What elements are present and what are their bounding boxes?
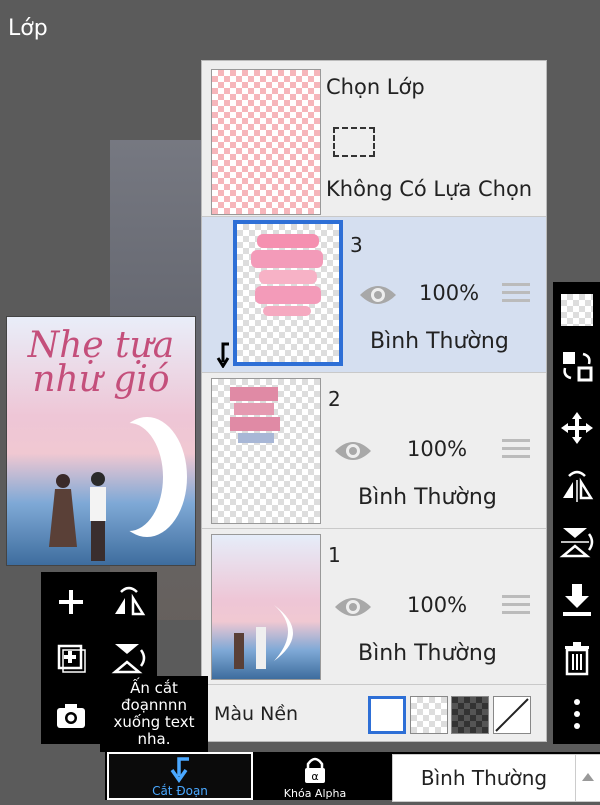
layer-number: 1 — [328, 543, 341, 567]
camera-icon[interactable] — [51, 696, 91, 736]
clipping-button[interactable]: Cắt Đoạn — [107, 752, 253, 800]
flip-horizontal-icon[interactable] — [109, 582, 149, 622]
visibility-eye-icon[interactable] — [334, 439, 372, 463]
instruction-note: Ấn cắt đoạnnnn xuống text nha. — [100, 676, 208, 752]
drag-handle-icon[interactable] — [502, 439, 530, 461]
layer-thumbnail — [233, 220, 343, 366]
flip-vertical-icon[interactable] — [109, 638, 149, 678]
background-none-swatch[interactable] — [493, 696, 531, 734]
couple-figure — [49, 472, 106, 561]
lock-alpha-icon: α — [305, 757, 325, 783]
layer-row-2[interactable]: 2 100% Bình Thường — [202, 373, 546, 529]
more-icon[interactable] — [559, 696, 595, 732]
canvas-preview[interactable]: Nhẹ tựa như gió — [6, 316, 196, 566]
selection-status: Không Có Lựa Chọn — [326, 177, 533, 201]
scroll-up-button[interactable] — [575, 754, 600, 802]
bottom-bar: Cắt Đoạn α Khóa Alpha Bình Thường — [105, 752, 600, 802]
clip-arrow-icon — [215, 342, 231, 369]
flip-horizontal-icon[interactable] — [559, 468, 595, 504]
delete-icon[interactable] — [559, 640, 595, 676]
drag-handle-icon[interactable] — [502, 595, 530, 617]
layer-number: 2 — [328, 387, 341, 411]
layer-blend-mode: Bình Thường — [358, 485, 497, 510]
layer-row-3[interactable]: 3 100% Bình Thường — [202, 217, 546, 373]
visibility-eye-icon[interactable] — [359, 283, 397, 307]
blend-mode-select[interactable]: Bình Thường — [392, 754, 576, 802]
alpha-lock-button[interactable]: α Khóa Alpha — [255, 752, 375, 800]
move-icon[interactable] — [559, 410, 595, 446]
layer-thumbnail — [211, 534, 321, 680]
swap-layers-icon[interactable] — [559, 348, 595, 384]
svg-text:α: α — [311, 770, 318, 783]
layer-thumbnail — [211, 378, 321, 524]
clipping-label: Cắt Đoạn — [152, 784, 208, 798]
caret-up-icon — [582, 773, 594, 781]
selection-thumbnail — [211, 69, 321, 215]
visibility-eye-icon[interactable] — [334, 595, 372, 619]
clip-down-arrow-icon — [170, 757, 189, 784]
cover-title: Nhẹ tựa như gió — [27, 325, 175, 400]
layer-blend-mode: Bình Thường — [370, 329, 509, 354]
layer-opacity: 100% — [407, 593, 468, 617]
right-toolbar — [553, 282, 600, 744]
layer-blend-mode: Bình Thường — [358, 641, 497, 666]
merge-down-icon[interactable] — [559, 582, 595, 618]
add-layer-icon[interactable] — [51, 582, 91, 622]
drag-handle-icon[interactable] — [502, 283, 530, 305]
window-title: Lớp — [8, 16, 48, 41]
background-transparent-swatch[interactable] — [410, 696, 448, 734]
background-white-swatch[interactable] — [368, 696, 406, 734]
alpha-lock-label: Khóa Alpha — [283, 787, 347, 800]
background-color-label: Màu Nền — [214, 703, 299, 725]
background-dark-swatch[interactable] — [451, 696, 489, 734]
layer-panel: Chọn Lớp Không Có Lựa Chọn 3 100% Bình T… — [201, 60, 547, 742]
layer-opacity: 100% — [407, 437, 468, 461]
selection-title: Chọn Lớp — [326, 75, 425, 99]
layer-row-1[interactable]: 1 100% Bình Thường — [202, 529, 546, 685]
layer-number: 3 — [350, 233, 363, 257]
flip-vertical-icon[interactable] — [559, 524, 595, 560]
selection-layer-row[interactable]: Chọn Lớp Không Có Lựa Chọn — [202, 61, 546, 217]
selection-marquee-icon — [333, 127, 375, 157]
add-image-icon[interactable] — [51, 638, 91, 678]
transparency-icon[interactable] — [561, 294, 593, 326]
layer-opacity: 100% — [419, 281, 480, 305]
